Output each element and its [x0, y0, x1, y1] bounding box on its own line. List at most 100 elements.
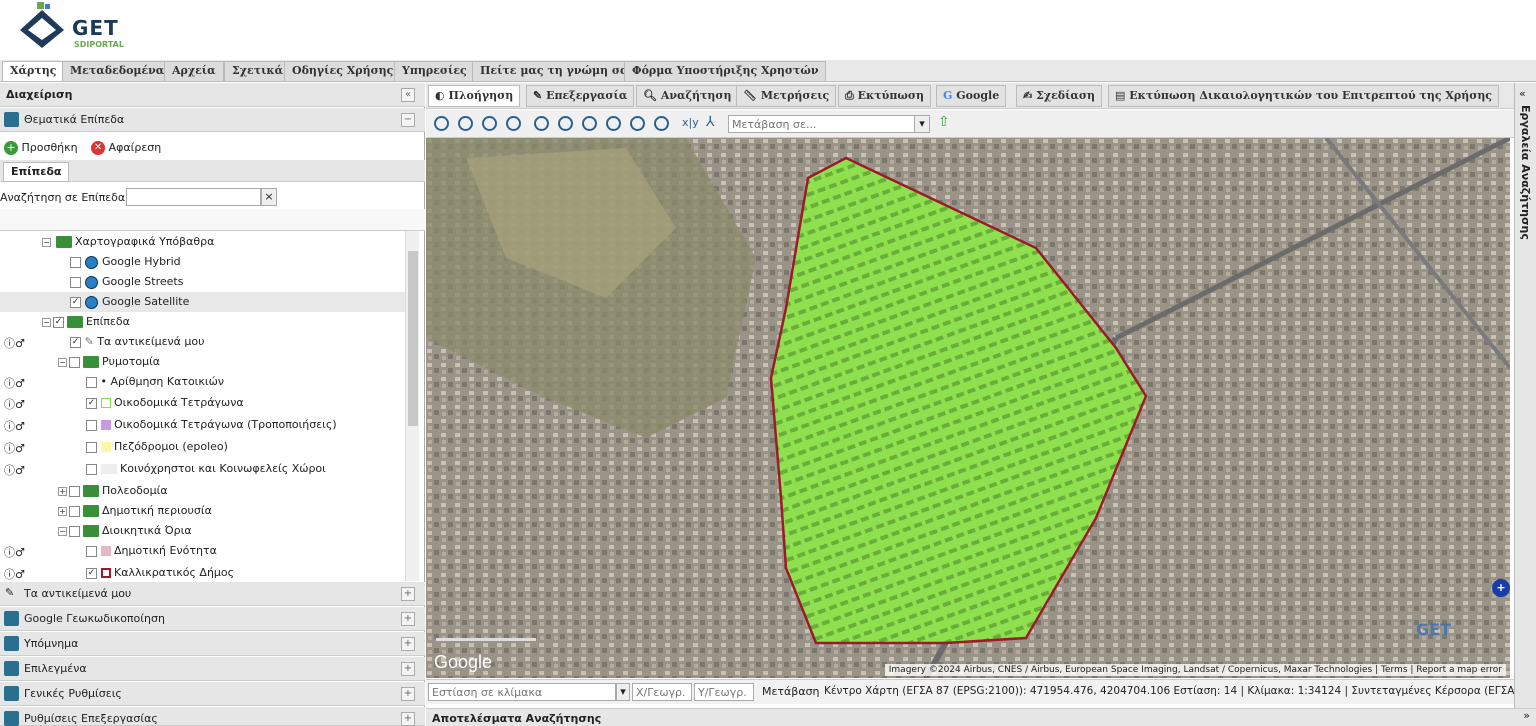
panel-edit-settings[interactable]: Ρυθμίσεις Επεξεργασίας +: [0, 707, 425, 726]
add-plus-icon[interactable]: +: [1492, 579, 1510, 597]
tab-editing[interactable]: ✎ Επεξεργασία: [526, 85, 635, 107]
axes-icon[interactable]: ⅄: [706, 114, 715, 130]
menu-tab-services[interactable]: Υπηρεσίες: [394, 61, 475, 81]
tree-node-common-spaces[interactable]: Κοινόχρηστοι και Κοινωφελείς Χώροι: [86, 459, 326, 479]
expand-icon[interactable]: +: [401, 612, 415, 626]
tree-node-municipality[interactable]: ✓ Καλλικρατικός Δήμος: [86, 563, 234, 581]
tree-node-municipal-unit[interactable]: Δημοτική Ενότητα: [86, 541, 217, 561]
tree-node-urban-planning[interactable]: + Πολεοδομία: [58, 481, 168, 501]
tab-measurements[interactable]: 📏︎ Μετρήσεις: [736, 85, 837, 107]
goto-button[interactable]: Μετάβαση: [762, 685, 820, 698]
tab-layers[interactable]: Επίπεδα: [3, 162, 70, 182]
panel-general-settings[interactable]: Γενικές Ρυθμίσεις +: [0, 682, 425, 706]
menu-tab-files[interactable]: Αρχεία: [164, 61, 224, 81]
expand-results-icon[interactable]: »: [1523, 709, 1530, 722]
map-canvas[interactable]: Google Imagery ©2024 Airbus, CNES / Airb…: [426, 138, 1510, 678]
scrollbar-thumb[interactable]: [408, 251, 418, 426]
tree-node-house-numbering[interactable]: • Αρίθμηση Κατοικιών: [86, 372, 224, 392]
goto-select[interactable]: [728, 115, 916, 133]
info-icon[interactable]: ⓘ♂: [4, 544, 25, 560]
tab-print[interactable]: ⎙ Εκτύπωση: [838, 85, 931, 107]
collapse-left-button[interactable]: «: [401, 88, 415, 102]
info-icon[interactable]: ⓘ♂: [4, 440, 25, 456]
tree-node-my-objects[interactable]: ✓ ✎ Τα αντικείμενά μου: [70, 332, 205, 352]
menu-tab-support[interactable]: Φόρμα Υποστήριξης Χρηστών: [624, 61, 827, 81]
add-icon[interactable]: +: [4, 141, 18, 155]
report-link[interactable]: Report a map error: [1416, 665, 1502, 675]
expand-icon[interactable]: +: [401, 687, 415, 701]
logo[interactable]: GET SDIPORTAL: [14, 2, 134, 56]
panel-geocoding[interactable]: Google Γεωκωδικοποίηση +: [0, 607, 425, 631]
checkbox[interactable]: [70, 256, 81, 268]
tree-node-google-hybrid[interactable]: Google Hybrid: [70, 252, 181, 272]
zoom-box-icon[interactable]: [582, 116, 597, 131]
tree-node-google-streets[interactable]: Google Streets: [70, 272, 183, 292]
add-layer-button[interactable]: Προσθήκη: [22, 141, 78, 154]
tree-node-admin-bounds[interactable]: − Διοικητικά Όρια: [58, 521, 192, 541]
tab-google[interactable]: G Google: [936, 85, 1007, 107]
tree-node-blocks[interactable]: ✓ Οικοδομικά Τετράγωνα: [86, 393, 244, 413]
chevron-down-icon[interactable]: ▾: [616, 683, 630, 701]
tree-node-google-satellite[interactable]: ✓ Google Satellite: [0, 292, 405, 312]
satellite-imagery[interactable]: [426, 138, 1510, 678]
zoom-extent-icon[interactable]: [606, 116, 621, 131]
tab-permits-print[interactable]: ▤ Εκτύπωση Δικαιολογητικών του Επιτρεπτο…: [1108, 85, 1500, 107]
info-icon[interactable]: ⓘ♂: [4, 375, 25, 391]
right-sidebar[interactable]: « Εργαλεία Αναζήτησης: [1514, 83, 1536, 708]
tab-navigation[interactable]: ◐ Πλοήγηση: [428, 85, 521, 107]
clear-search-icon[interactable]: ×: [261, 188, 277, 206]
menu-tab-map[interactable]: Χάρτης: [2, 61, 65, 81]
expand-icon[interactable]: +: [401, 587, 415, 601]
upload-icon[interactable]: ⇧: [938, 114, 950, 130]
search-results-bar[interactable]: Αποτελέσματα Αναζήτησης »: [426, 708, 1536, 726]
pan-down-icon[interactable]: [482, 116, 497, 131]
menu-tab-metadata[interactable]: Μεταδεδομένα: [62, 61, 173, 81]
remove-layer-button[interactable]: Αφαίρεση: [109, 141, 162, 154]
info-icon[interactable]: ⓘ♂: [4, 396, 25, 412]
expand-icon[interactable]: +: [401, 712, 415, 726]
pan-right-icon[interactable]: [506, 116, 521, 131]
menu-tab-guide[interactable]: Οδηγίες Χρήσης: [284, 61, 402, 81]
coordinates-icon[interactable]: x|y: [682, 116, 699, 129]
checkbox-checked[interactable]: ✓: [70, 296, 81, 308]
tree-node-zoning[interactable]: − Ρυμοτομία: [58, 352, 160, 372]
menu-tab-about[interactable]: Σχετικά: [224, 61, 292, 81]
pan-left-icon[interactable]: [434, 116, 449, 131]
tree-node-blocks-changes[interactable]: Οικοδομικά Τετράγωνα (Τροποποιήσεις): [86, 415, 337, 435]
checkbox[interactable]: [70, 276, 81, 288]
expand-right-icon[interactable]: «: [1519, 87, 1526, 100]
panel-my-objects[interactable]: ✎ Τα αντικείμενά μου +: [0, 582, 425, 606]
menu-tab-feedback[interactable]: Πείτε μας τη γνώμη σας: [472, 61, 644, 81]
zoom-previous-icon[interactable]: [630, 116, 645, 131]
y-coordinate-input[interactable]: [694, 683, 754, 701]
info-icon[interactable]: ⓘ♂: [4, 335, 25, 351]
terms-link[interactable]: Terms: [1381, 665, 1408, 675]
zoom-next-icon[interactable]: [654, 116, 669, 131]
zoom-out-icon[interactable]: [558, 116, 573, 131]
remove-icon[interactable]: ✕: [91, 141, 106, 155]
tree-scrollbar[interactable]: [405, 231, 419, 581]
info-icon[interactable]: ⓘ♂: [4, 566, 25, 581]
panel-selected[interactable]: Επιλεγμένα +: [0, 657, 425, 681]
tree-node-municipal-property[interactable]: + Δημοτική περιουσία: [58, 501, 212, 521]
tree-node-layers[interactable]: − ✓ Επίπεδα: [42, 312, 130, 332]
green-square-icon: [100, 398, 111, 408]
thematic-layers-header[interactable]: Θεματικά Επίπεδα −: [0, 108, 425, 132]
expand-icon[interactable]: +: [401, 637, 415, 651]
info-icon[interactable]: ⓘ♂: [4, 462, 25, 478]
x-coordinate-input[interactable]: [632, 683, 692, 701]
tab-search[interactable]: 🔍︎ Αναζήτηση: [636, 85, 739, 107]
zoom-in-icon[interactable]: [534, 116, 549, 131]
expand-icon[interactable]: +: [401, 662, 415, 676]
chevron-down-icon[interactable]: ▾: [914, 115, 930, 133]
google-layer-icon: [85, 295, 98, 309]
panel-legend[interactable]: Υπόμνημα +: [0, 632, 425, 656]
scale-input[interactable]: [428, 683, 616, 701]
info-icon[interactable]: ⓘ♂: [4, 418, 25, 434]
collapse-thematic-icon[interactable]: −: [401, 113, 415, 127]
tree-node-pedestrian[interactable]: Πεζόδρομοι (epoleo): [86, 437, 228, 457]
tree-node-basemaps[interactable]: − Χαρτογραφικά Υπόβαθρα: [42, 232, 214, 252]
pan-up-icon[interactable]: [458, 116, 473, 131]
tab-drawing[interactable]: ✍︎ Σχεδίαση: [1016, 85, 1102, 107]
layer-search-input[interactable]: [126, 188, 261, 206]
